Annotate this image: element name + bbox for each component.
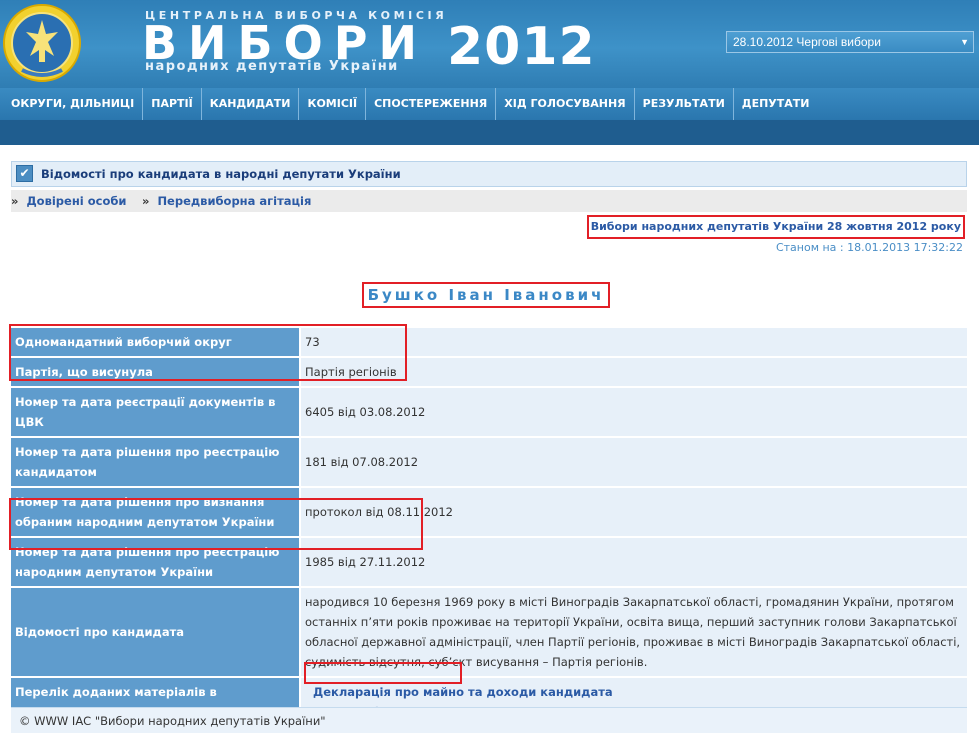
nav-item-okruhy[interactable]: ОКРУГИ, ДІЛЬНИЦІ: [3, 88, 144, 120]
table-row: Одномандатний виборчий округ 73: [11, 328, 967, 356]
nav-item-rezultaty[interactable]: РЕЗУЛЬТАТИ: [635, 88, 734, 120]
link-dovireni-osoby-label: Довірені особи: [26, 194, 127, 208]
table-row: Номер та дата рішення про визнання обран…: [11, 488, 967, 536]
main-nav: ОКРУГИ, ДІЛЬНИЦІ ПАРТІЇ КАНДИДАТИ КОМІСІ…: [0, 88, 979, 120]
raquo-icon: »: [11, 194, 19, 208]
row-value-vyznannia-obranym: протокол від 08.11.2012: [301, 488, 967, 536]
row-value-partiia: Партія регіонів: [301, 358, 967, 386]
table-row: Номер та дата рішення про реєстрацію кан…: [11, 438, 967, 486]
nav-item-khid-holosuvannia[interactable]: ХІД ГОЛОСУВАННЯ: [496, 88, 635, 120]
row-label-okruh: Одномандатний виборчий округ: [11, 328, 301, 356]
site-header: ЦЕНТРАЛЬНА ВИБОРЧА КОМІСІЯ ВИБОРИ народн…: [0, 0, 979, 88]
row-label-partiia: Партія, що висунула: [11, 358, 301, 386]
row-label-reiestratsiia-kandydatom: Номер та дата рішення про реєстрацію кан…: [11, 438, 301, 486]
election-select[interactable]: 28.10.2012 Чергові вибори ▼: [726, 31, 974, 53]
nav-item-partii[interactable]: ПАРТІЇ: [143, 88, 202, 120]
link-peredvyborna-ahitatsiia[interactable]: » Передвиборна агітація: [142, 190, 311, 212]
raquo-icon: »: [142, 194, 150, 208]
nav-subbar: [0, 120, 979, 145]
row-value-vidomosti: народився 10 березня 1969 року в місті В…: [301, 588, 967, 676]
section-title: Відомості про кандидата в народні депута…: [41, 167, 401, 181]
nav-item-komisii[interactable]: КОМІСІЇ: [299, 88, 367, 120]
candidate-name: Бушко Іван Іванович: [362, 282, 610, 308]
row-label-vyznannia-obranym: Номер та дата рішення про визнання обран…: [11, 488, 301, 536]
link-dovireni-osoby[interactable]: » Довірені особи: [11, 190, 126, 212]
table-row: Партія, що висунула Партія регіонів: [11, 358, 967, 386]
row-label-vidomosti: Відомості про кандидата: [11, 588, 301, 676]
row-label-reiestratsiia-dokumentiv: Номер та дата реєстрації документів в ЦВ…: [11, 388, 301, 436]
link-peredvyborna-ahitatsiia-label: Передвиборна агітація: [157, 194, 312, 208]
nav-item-sposterezhennia[interactable]: СПОСТЕРЕЖЕННЯ: [366, 88, 497, 120]
site-subtitle: народних депутатів України: [145, 59, 399, 74]
row-value-reiestratsiia-kandydatom: 181 від 07.08.2012: [301, 438, 967, 486]
row-value-reiestratsiia-deputatom: 1985 від 27.11.2012: [301, 538, 967, 586]
link-declaration[interactable]: Декларація про майно та доходи кандидата: [313, 682, 613, 702]
row-label-reiestratsiia-deputatom: Номер та дата рішення про реєстрацію нар…: [11, 538, 301, 586]
cvk-emblem-icon[interactable]: [2, 2, 82, 84]
site-footer: © WWW ІАС "Вибори народних депутатів Укр…: [11, 707, 967, 733]
table-row: Номер та дата реєстрації документів в ЦВ…: [11, 388, 967, 436]
table-row: Відомості про кандидата народився 10 бер…: [11, 588, 967, 676]
candidate-info-table: Одномандатний виборчий округ 73 Партія, …: [11, 326, 967, 728]
checkbox-icon: ✔: [16, 165, 33, 182]
election-year: 2012: [447, 17, 596, 77]
sub-links-bar: » Довірені особи » Передвиборна агітація: [11, 190, 967, 212]
table-row: Номер та дата рішення про реєстрацію нар…: [11, 538, 967, 586]
election-link[interactable]: Вибори народних депутатів України 28 жов…: [586, 215, 965, 239]
nav-item-deputaty[interactable]: ДЕПУТАТИ: [734, 88, 818, 120]
status-date: Станом на : 18.01.2013 17:32:22: [775, 241, 963, 254]
row-value-reiestratsiia-dokumentiv: 6405 від 03.08.2012: [301, 388, 967, 436]
section-header: ✔ Відомості про кандидата в народні депу…: [11, 161, 967, 187]
election-select-value: 28.10.2012 Чергові вибори: [733, 35, 881, 49]
nav-item-kandydaty[interactable]: КАНДИДАТИ: [202, 88, 300, 120]
row-value-okruh: 73: [301, 328, 967, 356]
dropdown-arrow-icon[interactable]: ▼: [960, 32, 969, 52]
